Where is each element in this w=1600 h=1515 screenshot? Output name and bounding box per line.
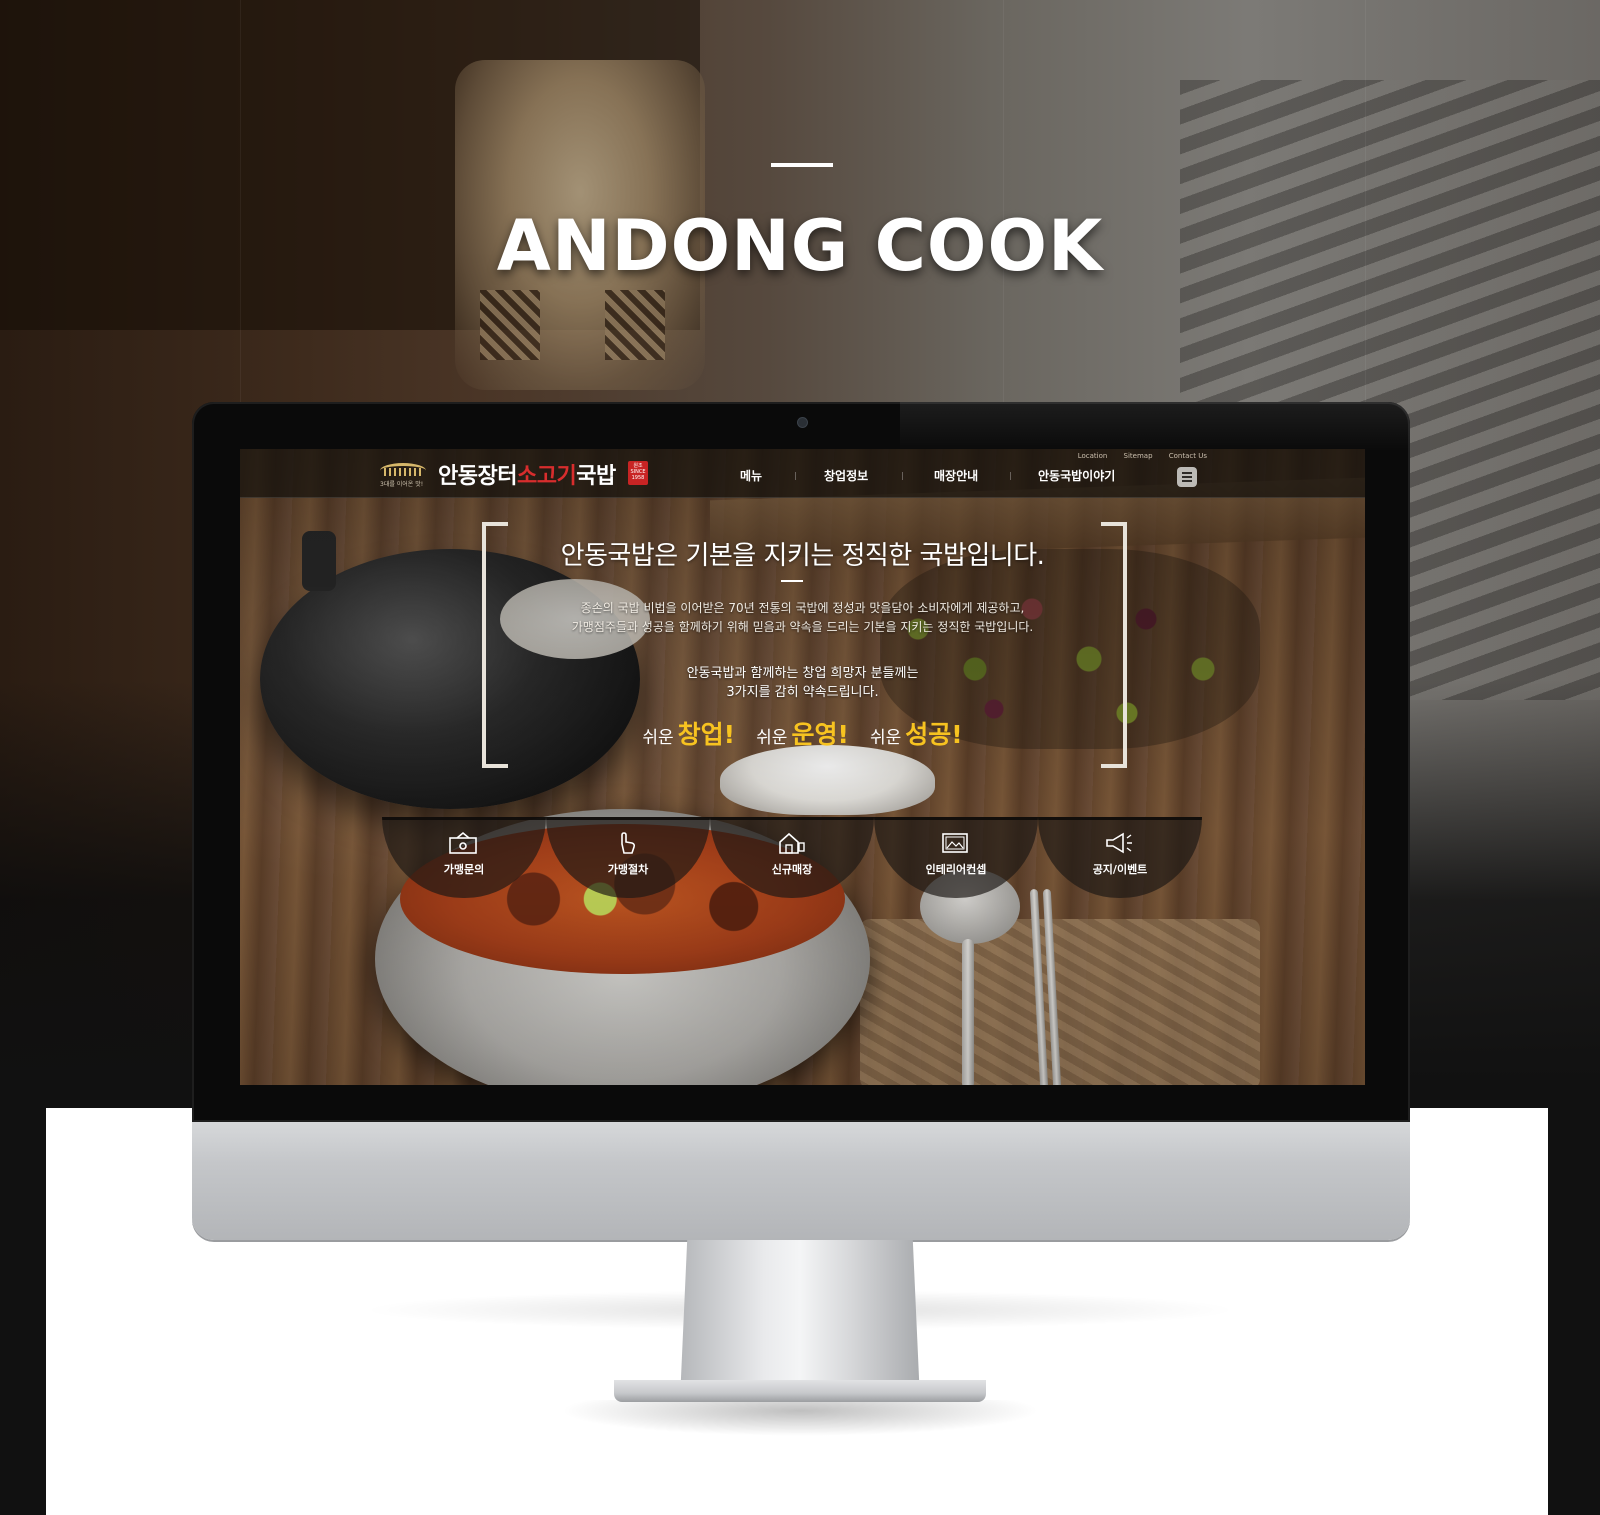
quick-franchise-process-button[interactable]: 가맹절차 — [546, 817, 710, 898]
logo-name-part: 안동장터 — [438, 464, 517, 489]
slogan-prefix: 쉬운 — [869, 728, 902, 748]
slogan-prefix: 쉬운 — [756, 728, 788, 748]
imac-chin — [192, 1122, 1410, 1240]
hero-subtext-line: 3가지를 감히 약속드립니다. — [726, 685, 879, 700]
hero-title: 안동국밥은 기본을 지키는 정직한 국밥입니다. — [560, 541, 1045, 571]
nav-item-story[interactable]: 안동국밥이야기 — [1038, 467, 1115, 484]
utility-links: Location Sitemap Contact Us — [1064, 452, 1207, 460]
quick-interior-concept-button[interactable]: 인테리어컨셉 — [874, 817, 1038, 898]
lantern-pattern — [480, 290, 540, 360]
nav-divider — [795, 472, 796, 480]
imac-stand-base — [614, 1380, 986, 1402]
quick-button-label: 인테리어컨셉 — [925, 863, 987, 876]
quick-button-bg — [874, 817, 1038, 898]
bezel-sheen — [900, 402, 1410, 452]
contact-us-link[interactable]: Contact Us — [1169, 452, 1207, 460]
hamburger-menu-icon[interactable] — [1177, 467, 1197, 487]
quick-button-label: 신규매장 — [771, 863, 813, 876]
quick-notice-event-button[interactable]: 공지/이벤트 — [1038, 817, 1202, 898]
quick-button-bg — [382, 817, 546, 898]
camera-icon — [797, 417, 808, 428]
slogan-prefix: 쉬운 — [642, 728, 674, 748]
slogan-startup: 쉬운 창업! — [642, 715, 735, 751]
site-header: 3대를 이어온 맛! 안동장터소고기국밥 원조 SINCE 1958 Locat… — [240, 449, 1365, 498]
slogan: 쉬운 창업! 쉬운 운영! 쉬운 성공! — [240, 715, 1365, 751]
megaphone-icon — [1106, 832, 1132, 854]
camera-box-icon — [449, 831, 477, 854]
logo-name-highlight: 소고기 — [516, 464, 577, 489]
quick-new-store-button[interactable]: 신규매장 — [710, 817, 874, 898]
quick-franchise-inquiry-button[interactable]: 가맹문의 — [382, 817, 546, 898]
nav-divider — [902, 472, 903, 480]
slogan-keyword: 창업! — [677, 720, 736, 749]
hand-pointer-icon — [621, 832, 636, 854]
slogan-keyword: 성공! — [905, 720, 963, 749]
hero-subtext: 안동국밥과 함께하는 창업 희망자 분들께는 3가지를 감히 약속드립니다. — [240, 664, 1365, 702]
hero-description: 종손의 국밥 비법을 이어받은 70년 전통의 국밥에 정성과 맛을담아 소비자… — [240, 599, 1365, 637]
quick-button-bg — [1038, 817, 1202, 898]
quick-button-label: 가맹절차 — [607, 863, 649, 876]
picture-frame-icon — [942, 833, 968, 853]
quick-button-label: 공지/이벤트 — [1092, 863, 1148, 876]
page-title: ANDONG COOK — [496, 205, 1104, 287]
location-link[interactable]: Location — [1078, 452, 1108, 460]
nav-divider — [1010, 472, 1011, 480]
nav-item-menu[interactable]: 메뉴 — [740, 467, 762, 484]
quick-button-label: 가맹문의 — [443, 863, 485, 876]
store-house-icon — [779, 832, 805, 854]
slogan-operation: 쉬운 운영! — [756, 715, 849, 751]
hero-subtext-line: 안동국밥과 함께하는 창업 희망자 분들께는 — [686, 666, 919, 681]
hero-description-line: 가맹점주들과 성공을 함께하기 위해 믿음과 약속을 드리는 기본을 지키는 정… — [571, 620, 1034, 634]
hero-description-line: 종손의 국밥 비법을 이어받은 70년 전통의 국밥에 정성과 맛을담아 소비자… — [580, 601, 1025, 615]
logo-tagline: 3대를 이어온 맛! — [380, 481, 424, 488]
stand-shadow — [560, 1400, 1040, 1436]
website-screen: 3대를 이어온 맛! 안동장터소고기국밥 원조 SINCE 1958 Locat… — [240, 449, 1365, 1085]
roof-emblem-icon — [380, 463, 426, 478]
imac-stand-neck — [680, 1240, 920, 1400]
quick-button-bg — [546, 817, 710, 898]
slogan-success: 쉬운 성공! — [870, 715, 963, 751]
nav-item-store-info[interactable]: 매장안내 — [934, 467, 978, 484]
logo-name: 안동장터소고기국밥 — [438, 458, 616, 490]
quick-menu: 가맹문의 가맹절차 신규매장 인테리어컨셉 공지/이벤트 — [382, 817, 1202, 898]
quick-button-bg — [710, 817, 874, 898]
logo-name-part: 국밥 — [576, 464, 616, 489]
hero-divider — [781, 580, 803, 582]
lantern-pattern — [605, 290, 665, 360]
nav-item-startup-info[interactable]: 창업정보 — [824, 467, 868, 484]
sitemap-link[interactable]: Sitemap — [1124, 452, 1153, 460]
slogan-keyword: 운영! — [791, 720, 849, 749]
title-dash — [771, 163, 833, 167]
logo-seal: 원조 SINCE 1958 — [628, 461, 648, 485]
